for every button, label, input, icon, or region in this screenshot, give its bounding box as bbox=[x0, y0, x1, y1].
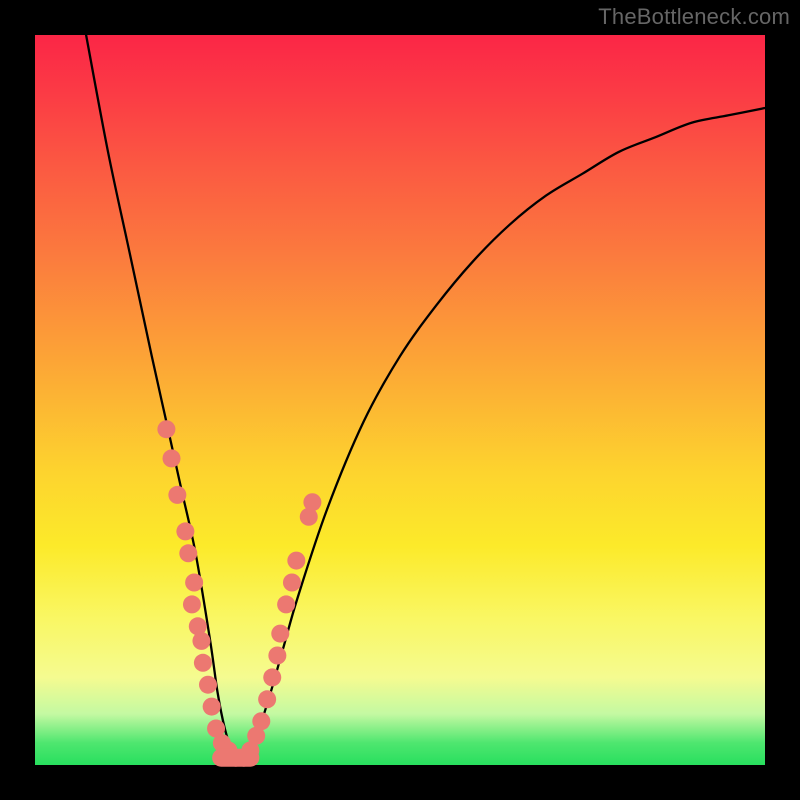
data-point bbox=[263, 668, 281, 686]
data-point bbox=[199, 676, 217, 694]
data-point bbox=[268, 647, 286, 665]
data-point bbox=[192, 632, 210, 650]
data-point bbox=[168, 486, 186, 504]
data-point bbox=[157, 420, 175, 438]
data-point bbox=[283, 574, 301, 592]
data-points-group bbox=[157, 420, 321, 767]
data-point bbox=[277, 595, 295, 613]
chart-frame: TheBottleneck.com bbox=[0, 0, 800, 800]
data-point bbox=[258, 690, 276, 708]
data-point bbox=[303, 493, 321, 511]
data-point bbox=[176, 522, 194, 540]
data-point bbox=[252, 712, 270, 730]
data-point bbox=[183, 595, 201, 613]
data-point bbox=[287, 552, 305, 570]
data-point bbox=[203, 698, 221, 716]
data-point bbox=[163, 449, 181, 467]
chart-svg bbox=[35, 35, 765, 765]
plot-area bbox=[35, 35, 765, 765]
data-point bbox=[185, 574, 203, 592]
bottleneck-curve bbox=[86, 35, 765, 759]
data-point bbox=[271, 625, 289, 643]
watermark-text: TheBottleneck.com bbox=[598, 4, 790, 30]
data-point bbox=[194, 654, 212, 672]
data-point bbox=[179, 544, 197, 562]
